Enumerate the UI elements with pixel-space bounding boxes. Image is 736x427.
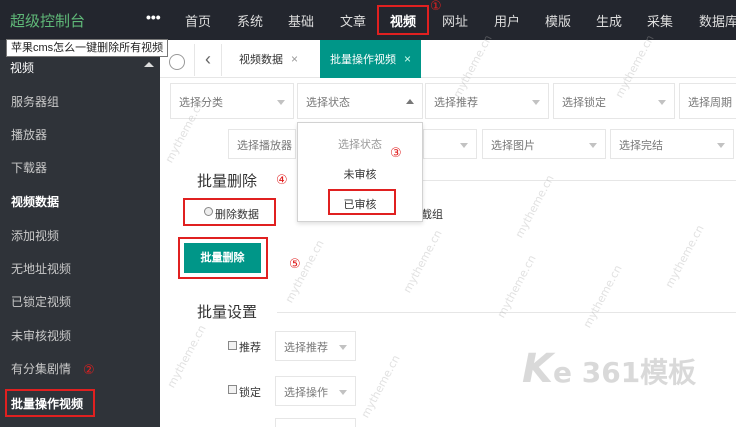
select-value: 选择操作	[284, 387, 328, 399]
batch-next-select[interactable]	[275, 418, 356, 427]
recommend-label: 推荐	[239, 342, 261, 354]
sidebar-section-label: 视频	[10, 61, 35, 75]
select-value: 选择锁定	[562, 97, 606, 109]
select-value: 选择图片	[491, 140, 535, 152]
highlight-box-video	[377, 5, 429, 35]
lock-select[interactable]: 选择锁定	[553, 83, 675, 119]
tab-label: 批量操作视频	[330, 54, 396, 66]
nav-generate[interactable]: 生成	[596, 11, 622, 30]
batch-delete-button[interactable]: 批量删除	[184, 243, 261, 273]
sidebar-item-video-data[interactable]: 视频数据	[11, 193, 59, 210]
select-value: 选择状态	[306, 97, 350, 109]
chevron-up-icon	[406, 99, 414, 104]
nav-article[interactable]: 文章	[340, 11, 366, 30]
lock-label: 锁定	[239, 387, 261, 399]
batch-delete-title: 批量删除	[197, 173, 258, 190]
tooltip: 苹果cms怎么一键删除所有视频	[6, 39, 169, 57]
recommend-select[interactable]: 选择推荐	[425, 83, 549, 119]
watermark-text: mytheme.cn	[512, 172, 557, 241]
top-bar: 超级控制台 ••• 首页 系统 基础 文章 视频 网址 用户 模版 生成 采集 …	[0, 0, 736, 40]
nav-template[interactable]: 模版	[545, 11, 571, 30]
annotation-4: ④	[276, 172, 288, 187]
nav-user[interactable]: 用户	[494, 11, 520, 30]
watermark-text: mytheme.cn	[358, 352, 403, 421]
sidebar-item-server-group[interactable]: 服务器组	[11, 93, 59, 110]
chevron-left-icon[interactable]: ‹	[194, 44, 222, 76]
tab-label: 视频数据	[239, 54, 283, 66]
refresh-icon[interactable]	[169, 54, 185, 70]
watermark-text: mytheme.cn	[164, 322, 209, 391]
brand-rest: e 361模板	[553, 356, 697, 389]
chevron-down-icon	[717, 143, 725, 148]
sidebar-item-add-video[interactable]: 添加视频	[11, 227, 59, 244]
watermark-text: mytheme.cn	[494, 252, 539, 321]
image-select[interactable]: 选择图片	[482, 129, 606, 159]
highlight-box-reviewed	[328, 189, 396, 215]
watermark-text: mytheme.cn	[662, 222, 707, 291]
select-value: 选择播放器	[237, 140, 292, 152]
batch-recommend-select[interactable]: 选择推荐	[275, 331, 356, 361]
nav-basic[interactable]: 基础	[288, 11, 314, 30]
brand-watermark: Ke 361模板	[522, 346, 696, 392]
select-value: 选择完结	[619, 140, 663, 152]
annotation-3: ③	[390, 145, 402, 160]
recommend-checkbox[interactable]	[228, 341, 237, 350]
delete-data-label: 删除数据	[215, 209, 259, 221]
period-select[interactable]: 选择周期	[679, 83, 736, 119]
nav-database[interactable]: 数据库	[699, 11, 736, 30]
select-value: 选择周期	[688, 97, 732, 109]
tab-batch-video[interactable]: 批量操作视频 ×	[320, 40, 422, 78]
chevron-down-icon	[658, 100, 666, 105]
annotation-1: ①	[430, 0, 442, 13]
nav-system[interactable]: 系统	[237, 11, 263, 30]
app-logo[interactable]: 超级控制台	[10, 10, 85, 31]
chevron-down-icon	[460, 143, 468, 148]
chevron-down-icon	[339, 390, 347, 395]
finish-select[interactable]: 选择完结	[610, 129, 734, 159]
select-value: 选择推荐	[284, 342, 328, 354]
close-icon[interactable]: ×	[404, 52, 411, 66]
dropdown-option-placeholder[interactable]: 选择状态	[298, 136, 422, 152]
chevron-down-icon	[339, 345, 347, 350]
lock-checkbox[interactable]	[228, 385, 237, 394]
sidebar-item-unreviewed-video[interactable]: 未审核视频	[11, 327, 71, 344]
batch-lock-select[interactable]: 选择操作	[275, 376, 356, 406]
nav-home[interactable]: 首页	[185, 11, 211, 30]
chevron-down-icon	[589, 143, 597, 148]
nav-collect[interactable]: 采集	[647, 11, 673, 30]
caret-up-icon	[144, 62, 154, 67]
dropdown-option-unreviewed[interactable]: 未审核	[298, 166, 422, 182]
highlight-box-batch-video	[5, 389, 95, 417]
sidebar-item-player[interactable]: 播放器	[11, 126, 47, 143]
delete-data-radio[interactable]	[204, 207, 213, 216]
chevron-down-icon	[532, 100, 540, 105]
status-select[interactable]: 选择状态	[297, 83, 423, 119]
more-icon[interactable]: •••	[146, 9, 161, 25]
brand-k: K	[522, 346, 553, 392]
tab-video-data[interactable]: 视频数据 ×	[229, 40, 308, 78]
sidebar-item-no-url-video[interactable]: 无地址视频	[11, 260, 71, 277]
watermark-text: mytheme.cn	[400, 227, 445, 296]
downloader-select[interactable]	[423, 129, 477, 159]
sidebar-item-locked-video[interactable]: 已锁定视频	[11, 293, 71, 310]
other-radio-label: 截组	[421, 209, 443, 221]
sidebar: 视频 服务器组 播放器 下载器 视频数据 添加视频 无地址视频 已锁定视频 未审…	[0, 40, 160, 427]
player-select[interactable]: 选择播放器	[228, 129, 296, 159]
nav-url[interactable]: 网址	[442, 11, 468, 30]
annotation-2: ②	[83, 362, 95, 377]
close-icon[interactable]: ×	[291, 52, 298, 66]
sidebar-item-episode-plot[interactable]: 有分集剧情	[11, 360, 71, 377]
watermark-text: mytheme.cn	[580, 262, 625, 331]
sidebar-section-video[interactable]: 视频	[0, 57, 160, 77]
chevron-down-icon	[277, 100, 285, 105]
sidebar-item-downloader[interactable]: 下载器	[11, 159, 47, 176]
batch-settings-title: 批量设置	[197, 304, 258, 321]
